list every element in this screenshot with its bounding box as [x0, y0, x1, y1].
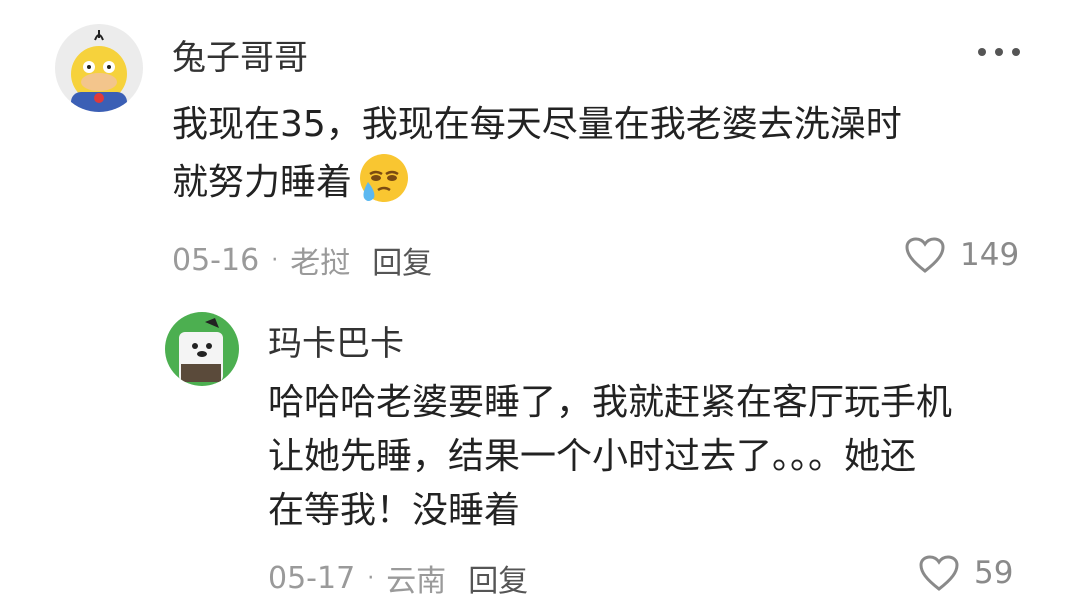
comment-text-line: 就努力睡着 [172, 162, 353, 203]
comment-location: 老挝 [290, 246, 351, 281]
like-button[interactable]: 149 [904, 236, 1019, 274]
reply-button[interactable]: 回复 [372, 238, 432, 282]
more-dots-icon[interactable] [978, 42, 1020, 62]
comment-text-line: 在等我！没睡着 [268, 490, 521, 531]
comment-username[interactable]: 玛卡巴卡 [268, 316, 404, 365]
comment-1: 兔子哥哥 我现在35，我现在每天尽量在我老婆去洗澡时 就努力睡着 05-16 ·… [0, 0, 1080, 300]
comment-text-line: 我现在35，我现在每天尽量在我老婆去洗澡时 [172, 104, 902, 145]
heart-outline-icon [919, 555, 959, 591]
comment-text-line: 哈哈哈老婆要睡了，我就赶紧在客厅玩手机 [268, 382, 953, 423]
comment-text-line: 让她先睡，结果一个小时过去了。。。她还 [268, 436, 917, 477]
comment-meta: 05-16 · 老挝 回复 [172, 238, 432, 282]
comment-text-line-with-emoji: 就努力睡着 [172, 152, 1032, 222]
cartoon-avatar-icon[interactable] [165, 312, 239, 386]
comment-2: 玛卡巴卡 哈哈哈老婆要睡了，我就赶紧在客厅玩手机 让她先睡，结果一个小时过去了。… [0, 300, 1080, 612]
like-count: 59 [974, 555, 1014, 591]
crying-face-emoji-icon [356, 152, 410, 222]
meta-separator: · [367, 565, 375, 591]
comment-text: 哈哈哈老婆要睡了，我就赶紧在客厅玩手机 让她先睡，结果一个小时过去了。。。她还 … [268, 376, 1028, 538]
comment-location: 云南 [386, 564, 447, 599]
comment-meta: 05-17 · 云南 回复 [268, 556, 528, 600]
psyduck-avatar-icon[interactable] [55, 24, 143, 112]
heart-outline-icon [905, 237, 945, 273]
like-count: 149 [960, 237, 1020, 273]
meta-separator: · [271, 247, 279, 273]
like-button[interactable]: 59 [918, 554, 1013, 592]
comment-date: 05-16 [172, 242, 260, 278]
reply-button[interactable]: 回复 [468, 556, 528, 600]
comment-username[interactable]: 兔子哥哥 [172, 30, 308, 79]
comment-date: 05-17 [268, 560, 356, 596]
comment-text: 我现在35，我现在每天尽量在我老婆去洗澡时 就努力睡着 [172, 98, 1032, 222]
